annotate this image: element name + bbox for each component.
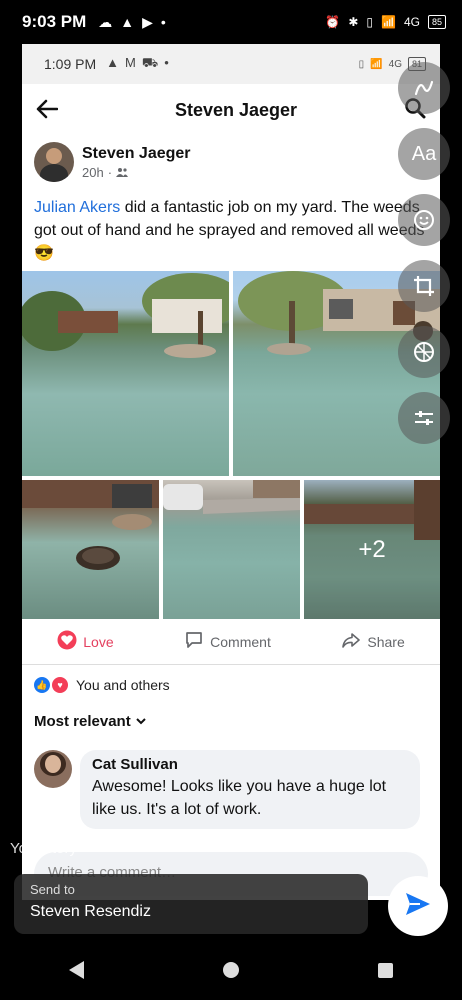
inner-status-bar: 1:09 PM ▲ M ⛟ • ▯ 📶 4G 81 — [22, 44, 440, 84]
warning-icon: ▲ — [106, 55, 120, 70]
sticker-icon[interactable] — [398, 194, 450, 246]
vibrate-icon: ▯ — [366, 15, 374, 29]
love-icon — [57, 630, 77, 653]
your-story-label[interactable]: Your story — [10, 840, 77, 857]
photo-5[interactable]: +2 — [304, 480, 440, 619]
draw-icon[interactable] — [398, 62, 450, 114]
share-button[interactable]: Share — [341, 630, 405, 653]
nav-recents-icon[interactable] — [377, 962, 393, 978]
friends-icon — [116, 165, 129, 180]
more-photos-label[interactable]: +2 — [304, 480, 440, 619]
send-icon — [404, 891, 432, 922]
send-to-panel[interactable]: Send to Steven Resendiz — [14, 874, 368, 934]
sort-comments-dropdown[interactable]: Most relevant — [22, 699, 440, 744]
photo-3[interactable] — [22, 480, 159, 619]
text-tool-button[interactable]: Aa — [398, 128, 450, 180]
post-time[interactable]: 20h — [82, 165, 104, 180]
avatar[interactable] — [34, 750, 72, 788]
sunglasses-emoji: 😎 — [34, 245, 54, 262]
outer-status-bar: 9:03 PM ☁ ▲ ▶ • ⏰ ✱ ▯ 📶 4G 85 — [0, 0, 462, 44]
system-nav-bar — [0, 940, 462, 1000]
car-icon: ⛟ — [141, 55, 159, 70]
photo-1[interactable] — [22, 271, 229, 476]
network-label: 4G — [403, 15, 420, 29]
battery-icon: 85 — [427, 15, 446, 29]
comment-bubble[interactable]: Cat Sullivan Awesome! Looks like you hav… — [80, 750, 420, 829]
close-arrow-icon[interactable]: ← — [26, 70, 50, 98]
post-author[interactable]: Steven Jaeger — [82, 145, 191, 163]
inner-time: 1:09 PM — [44, 56, 97, 72]
share-icon — [341, 630, 361, 653]
photo-grid: +2 — [22, 271, 440, 619]
phone-screen: 9:03 PM ☁ ▲ ▶ • ⏰ ✱ ▯ 📶 4G 85 1:09 PM ▲ … — [0, 0, 462, 1000]
youtube-icon: ▶ — [142, 13, 153, 30]
comment-text: Awesome! Looks like you have a huge lot … — [92, 778, 387, 818]
avatar[interactable] — [34, 142, 74, 182]
alarm-icon: ⏰ — [325, 15, 341, 29]
like-reaction-icon: 👍 — [34, 677, 50, 693]
post-text: Julian Akers did a fantastic job on my y… — [22, 188, 440, 271]
post-author-row: Steven Jaeger 20h · — [22, 136, 440, 188]
warning-icon: ▲ — [120, 14, 135, 30]
reaction-summary[interactable]: 👍 ♥ You and others — [22, 665, 440, 699]
back-arrow-icon[interactable] — [36, 95, 76, 126]
filter-icon[interactable] — [398, 326, 450, 378]
crop-icon[interactable] — [398, 260, 450, 312]
send-to-label: Send to — [30, 882, 75, 897]
dot-icon: • — [164, 55, 169, 70]
love-reaction-icon: ♥ — [52, 677, 68, 693]
nav-back-icon[interactable] — [69, 961, 85, 979]
adjust-icon[interactable] — [398, 392, 450, 444]
photo-4[interactable] — [163, 480, 300, 619]
vibrate-icon: ▯ — [358, 58, 365, 70]
page-title: Steven Jaeger — [174, 99, 298, 120]
post-actions: Love Comment Share — [22, 619, 440, 665]
comment-item: Cat Sullivan Awesome! Looks like you hav… — [22, 744, 440, 835]
outer-time: 9:03 PM — [22, 12, 87, 31]
gmail-icon: M — [125, 55, 136, 70]
chevron-down-icon — [135, 713, 147, 730]
comment-author[interactable]: Cat Sullivan — [92, 756, 408, 773]
cloud-icon: ☁ — [98, 13, 113, 30]
signal-icon: 📶 — [370, 58, 383, 70]
comment-button[interactable]: Comment — [184, 630, 271, 653]
nav-home-icon[interactable] — [222, 962, 239, 978]
mention-link[interactable]: Julian Akers — [34, 199, 120, 216]
facebook-post-screen: 1:09 PM ▲ M ⛟ • ▯ 📶 4G 81 Steven Jaeger — [22, 44, 440, 900]
story-tools: Aa — [398, 62, 450, 458]
send-button[interactable] — [388, 876, 448, 936]
comment-icon — [184, 630, 204, 653]
signal-icon: 📶 — [381, 15, 396, 29]
dot-icon: • — [160, 14, 166, 30]
post-header: Steven Jaeger — [22, 84, 440, 136]
bluetooth-icon: ✱ — [348, 15, 359, 29]
recipient-name: Steven Resendiz — [30, 903, 151, 920]
love-button[interactable]: Love — [57, 630, 114, 653]
